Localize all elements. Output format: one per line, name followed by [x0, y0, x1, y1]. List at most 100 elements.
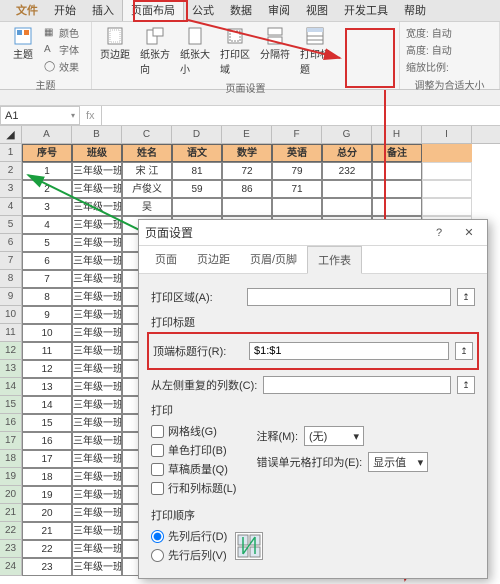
dlg-tab-margins[interactable]: 页边距	[187, 246, 240, 273]
cell[interactable]: 三年级一班	[72, 486, 122, 504]
cell[interactable]: 59	[172, 180, 222, 198]
print-area-input[interactable]	[247, 288, 451, 306]
cell[interactable]	[422, 198, 472, 216]
cell[interactable]: 21	[22, 522, 72, 540]
cell[interactable]: 三年级一班	[72, 216, 122, 234]
cell[interactable]	[372, 198, 422, 216]
header-cell[interactable]: 数学	[222, 144, 272, 162]
row-header[interactable]: 5	[0, 216, 22, 234]
cell[interactable]: 11	[22, 342, 72, 360]
row-header[interactable]: 24	[0, 558, 22, 576]
row-header[interactable]: 2	[0, 162, 22, 180]
tab-insert[interactable]: 插入	[84, 0, 122, 21]
row-header[interactable]: 3	[0, 180, 22, 198]
cell[interactable]: 13	[22, 378, 72, 396]
cell[interactable]: 1	[22, 162, 72, 180]
themes-button[interactable]: 主题	[4, 24, 42, 75]
row-header[interactable]: 14	[0, 378, 22, 396]
header-cell[interactable]: 班级	[72, 144, 122, 162]
row-header[interactable]: 9	[0, 288, 22, 306]
orientation-button[interactable]: 纸张方向	[136, 24, 174, 78]
cell[interactable]: 18	[22, 468, 72, 486]
width-row[interactable]: 宽度:自动	[404, 24, 495, 41]
row-header[interactable]: 11	[0, 324, 22, 342]
cell[interactable]: 三年级一班	[72, 468, 122, 486]
row-header[interactable]: 6	[0, 234, 22, 252]
cell[interactable]: 三年级一班	[72, 414, 122, 432]
cell[interactable]: 三年级一班	[72, 540, 122, 558]
cell[interactable]: 三年级一班	[72, 504, 122, 522]
order-down-radio[interactable]	[151, 530, 164, 543]
cell[interactable]: 19	[22, 486, 72, 504]
size-button[interactable]: 纸张大小	[176, 24, 214, 78]
cell[interactable]: 10	[22, 324, 72, 342]
ref-select-button[interactable]: ↥	[457, 288, 475, 306]
cell[interactable]: 20	[22, 504, 72, 522]
tab-home[interactable]: 开始	[46, 0, 84, 21]
cell[interactable]: 三年级一班	[72, 234, 122, 252]
col-header[interactable]: C	[122, 126, 172, 143]
cell[interactable]	[372, 180, 422, 198]
cell[interactable]: 2	[22, 180, 72, 198]
col-header[interactable]: H	[372, 126, 422, 143]
cell[interactable]	[422, 144, 472, 162]
row-header[interactable]: 10	[0, 306, 22, 324]
tab-page-layout[interactable]: 页面布局	[122, 0, 184, 21]
row-header[interactable]: 22	[0, 522, 22, 540]
tab-help[interactable]: 帮助	[396, 0, 434, 21]
col-header[interactable]: A	[22, 126, 72, 143]
col-header[interactable]: G	[322, 126, 372, 143]
row-header[interactable]: 18	[0, 450, 22, 468]
ref-select-button[interactable]: ↥	[457, 376, 475, 394]
cell[interactable]: 81	[172, 162, 222, 180]
header-cell[interactable]: 序号	[22, 144, 72, 162]
tab-data[interactable]: 数据	[222, 0, 260, 21]
cell[interactable]: 三年级一班	[72, 180, 122, 198]
cell[interactable]: 卢俊义	[122, 180, 172, 198]
cell[interactable]: 三年级一班	[72, 342, 122, 360]
print-titles-button[interactable]: 打印标题	[296, 24, 334, 78]
scale-row[interactable]: 缩放比例:	[404, 58, 495, 75]
left-cols-input[interactable]	[263, 376, 451, 394]
cell[interactable]	[322, 180, 372, 198]
dlg-tab-sheet[interactable]: 工作表	[307, 246, 362, 274]
cell[interactable]: 15	[22, 414, 72, 432]
gridlines-checkbox[interactable]	[151, 425, 164, 438]
headings-checkbox[interactable]	[151, 482, 164, 495]
cell[interactable]: 86	[222, 180, 272, 198]
colors-button[interactable]: ▦颜色	[42, 24, 81, 41]
cell[interactable]: 三年级一班	[72, 162, 122, 180]
tab-file[interactable]: 文件	[8, 0, 46, 21]
row-header[interactable]: 23	[0, 540, 22, 558]
cell[interactable]: 三年级一班	[72, 396, 122, 414]
help-button[interactable]: ?	[427, 225, 451, 241]
cell[interactable]: 5	[22, 234, 72, 252]
cell[interactable]: 9	[22, 306, 72, 324]
row-header[interactable]: 7	[0, 252, 22, 270]
cell[interactable]: 72	[222, 162, 272, 180]
cell[interactable]: 17	[22, 450, 72, 468]
tab-view[interactable]: 视图	[298, 0, 336, 21]
comments-combo[interactable]: (无)▾	[304, 426, 364, 446]
cell[interactable]: 三年级一班	[72, 288, 122, 306]
tab-formulas[interactable]: 公式	[184, 0, 222, 21]
header-cell[interactable]: 备注	[372, 144, 422, 162]
cell[interactable]: 12	[22, 360, 72, 378]
formula-bar[interactable]	[101, 106, 500, 125]
row-header[interactable]: 12	[0, 342, 22, 360]
cell[interactable]: 8	[22, 288, 72, 306]
cell[interactable]: 23	[22, 558, 72, 576]
fx-icon[interactable]: fx	[86, 110, 95, 122]
cell[interactable]: 三年级一班	[72, 522, 122, 540]
order-over-radio[interactable]	[151, 549, 164, 562]
bw-checkbox[interactable]	[151, 444, 164, 457]
header-cell[interactable]: 语文	[172, 144, 222, 162]
height-row[interactable]: 高度:自动	[404, 41, 495, 58]
cell[interactable]	[322, 198, 372, 216]
name-box[interactable]: A1▾	[0, 106, 80, 125]
col-header[interactable]: B	[72, 126, 122, 143]
header-cell[interactable]: 姓名	[122, 144, 172, 162]
row-header[interactable]: 21	[0, 504, 22, 522]
effects-button[interactable]: ◯效果	[42, 58, 81, 75]
cell[interactable]: 三年级一班	[72, 432, 122, 450]
